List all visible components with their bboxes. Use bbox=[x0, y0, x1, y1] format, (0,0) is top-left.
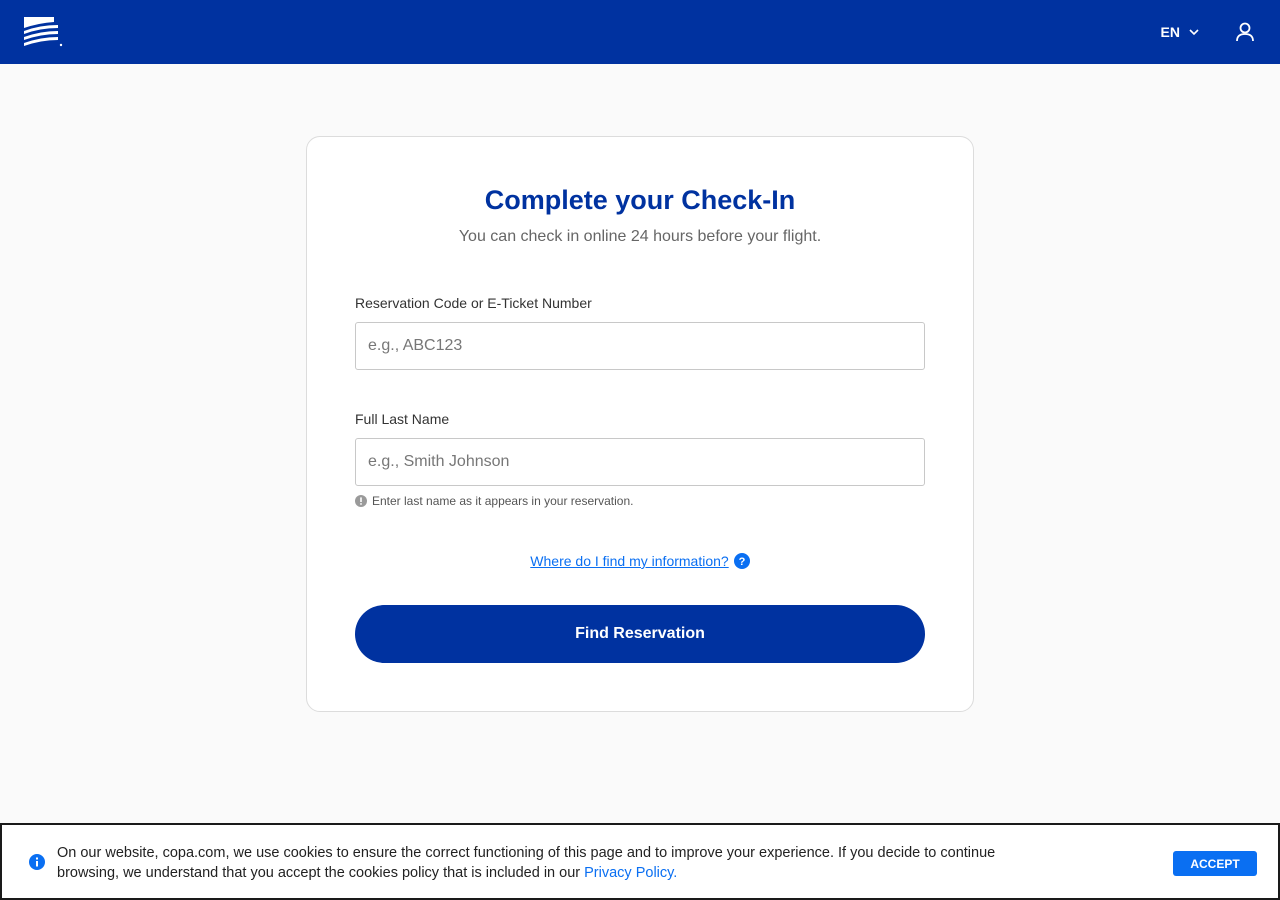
svg-text:?: ? bbox=[738, 556, 745, 568]
checkin-card: Complete your Check-In You can check in … bbox=[306, 136, 974, 712]
privacy-policy-link[interactable]: Privacy Policy. bbox=[584, 865, 677, 881]
info-circle-icon bbox=[355, 495, 367, 507]
header-actions: EN bbox=[1161, 21, 1256, 43]
question-circle-icon[interactable]: ? bbox=[733, 553, 750, 569]
help-row: Where do I find my information? ? bbox=[307, 553, 973, 569]
cookie-message: On our website, copa.com, we use cookies… bbox=[57, 843, 1057, 883]
top-navigation-bar: EN bbox=[0, 0, 1280, 64]
page-subtitle: You can check in online 24 hours before … bbox=[458, 228, 822, 245]
find-information-link[interactable]: Where do I find my information? bbox=[530, 553, 728, 569]
user-icon[interactable] bbox=[1234, 21, 1256, 43]
accept-cookies-button[interactable]: ACCEPT bbox=[1173, 851, 1257, 876]
reservation-code-label: Reservation Code or E-Ticket Number bbox=[355, 295, 592, 311]
find-reservation-button[interactable]: Find Reservation bbox=[355, 605, 925, 663]
last-name-label: Full Last Name bbox=[355, 411, 450, 427]
cookie-banner: On our website, copa.com, we use cookies… bbox=[0, 823, 1280, 900]
last-name-input[interactable] bbox=[355, 438, 925, 486]
info-icon bbox=[29, 854, 45, 870]
last-name-hint: Enter last name as it appears in your re… bbox=[355, 494, 633, 508]
copa-logo-icon[interactable] bbox=[24, 15, 64, 49]
language-label: EN bbox=[1160, 24, 1180, 40]
language-selector[interactable]: EN bbox=[1161, 24, 1200, 40]
reservation-code-input[interactable] bbox=[355, 322, 925, 370]
chevron-down-icon bbox=[1189, 29, 1199, 36]
last-name-hint-text: Enter last name as it appears in your re… bbox=[372, 494, 634, 508]
cookie-message-text: On our website, copa.com, we use cookies… bbox=[57, 845, 996, 881]
page-title: Complete your Check-In bbox=[484, 185, 796, 215]
